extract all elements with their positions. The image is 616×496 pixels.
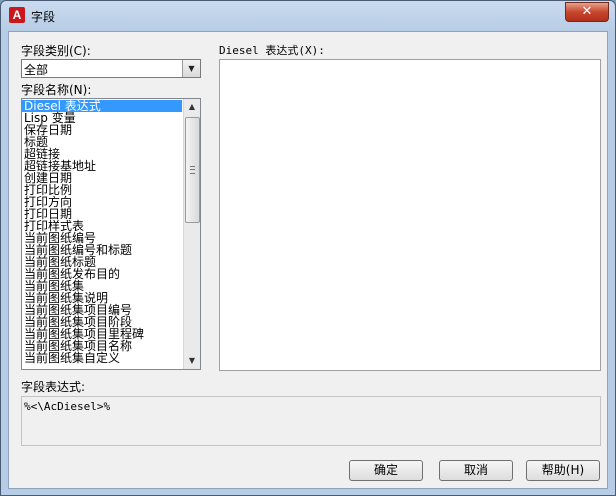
field-category-label: 字段类别(C): xyxy=(21,44,91,58)
field-expression-label: 字段表达式: xyxy=(21,380,86,394)
diesel-expression-input[interactable] xyxy=(219,59,601,371)
scroll-thumb[interactable] xyxy=(185,117,200,223)
field-dialog: A 字段 ✕ 字段类别(C): 全部 ▼ 字段名称(N): Diesel 表达式… xyxy=(0,0,616,496)
autocad-app-icon: A xyxy=(9,7,25,23)
help-button[interactable]: 帮助(H) xyxy=(526,460,600,481)
close-icon: ✕ xyxy=(581,4,593,19)
close-button[interactable]: ✕ xyxy=(565,2,609,22)
grip-icon xyxy=(190,166,195,174)
field-names-label: 字段名称(N): xyxy=(21,83,92,97)
scroll-down-icon[interactable]: ▼ xyxy=(184,353,200,369)
field-category-select[interactable]: 全部 ▼ xyxy=(21,59,201,78)
list-item[interactable]: 当前图纸集自定义 xyxy=(22,352,182,364)
scroll-up-icon[interactable]: ▲ xyxy=(184,99,200,115)
dialog-body: 字段类别(C): 全部 ▼ 字段名称(N): Diesel 表达式 Lisp 变量… xyxy=(8,31,608,489)
title-bar: A 字段 ✕ xyxy=(1,1,615,31)
field-names-items: Diesel 表达式 Lisp 变量 保存日期 标题 超链接 超链接基地址 创建日期 打印比例… xyxy=(22,100,182,364)
field-expression-box: %<\AcDiesel>% xyxy=(21,396,601,446)
field-expression-value: %<\AcDiesel>% xyxy=(24,400,111,413)
list-scrollbar[interactable]: ▲ ▼ xyxy=(183,99,200,369)
chevron-down-icon[interactable]: ▼ xyxy=(182,60,200,77)
field-category-value: 全部 xyxy=(24,63,49,77)
field-names-list[interactable]: Diesel 表达式 Lisp 变量 保存日期 标题 超链接 超链接基地址 创建日期 打印比例… xyxy=(21,98,201,370)
diesel-expression-label: Diesel 表达式(X): xyxy=(219,44,325,57)
dialog-title: 字段 xyxy=(31,10,56,24)
ok-button[interactable]: 确定 xyxy=(349,460,423,481)
cancel-button[interactable]: 取消 xyxy=(439,460,513,481)
